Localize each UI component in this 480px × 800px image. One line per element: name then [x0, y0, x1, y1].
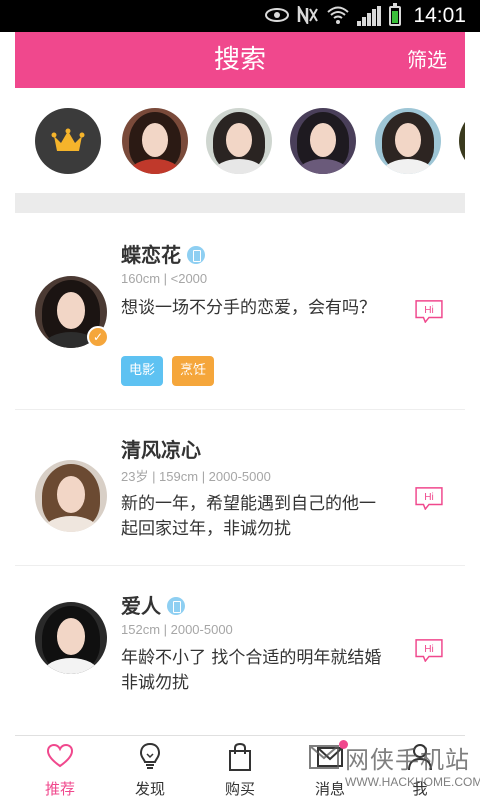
user-name: 蝶恋花 [121, 243, 181, 267]
status-icons: 14:01 [265, 0, 466, 32]
avatar-strip[interactable] [15, 88, 465, 193]
bottom-tab-bar: 推荐 发现 购买 消息 我 [15, 735, 465, 800]
app-header: 搜索 筛选 [15, 32, 465, 88]
user-meta: 152cm | 2000-5000 [121, 622, 233, 637]
tab-label: 推荐 [44, 780, 75, 798]
user-avatar[interactable] [35, 460, 107, 532]
lightbulb-icon [139, 742, 161, 769]
person-icon [408, 744, 432, 771]
phone-verified-icon [187, 245, 205, 264]
signal-icon [357, 6, 382, 26]
interest-tag: 烹饪 [172, 356, 215, 386]
user-meta: 160cm | <2000 [121, 271, 208, 286]
tab-buy[interactable]: 购买 [195, 736, 285, 800]
user-name-row: 爱人 [121, 590, 185, 619]
nfc-icon [297, 2, 319, 27]
tab-me[interactable]: 我 [375, 736, 465, 800]
tab-messages[interactable]: 消息 [285, 736, 375, 800]
user-avatar-3[interactable] [290, 108, 356, 174]
tab-label: 购买 [224, 780, 255, 798]
heart-icon [46, 743, 74, 768]
user-card[interactable]: 清风凉心 23岁 | 159cm | 2000-5000 新的一年，希望能遇到自… [15, 410, 465, 566]
crown-icon [51, 128, 85, 151]
user-bio: 新的一年，希望能遇到自己的他一起回家过年，非诚勿扰 [121, 494, 376, 539]
eye-icon [265, 7, 290, 26]
user-avatar-2[interactable] [206, 108, 272, 174]
user-name-row: 蝶恋花 [121, 239, 205, 268]
user-meta: 23岁 | 159cm | 2000-5000 [121, 469, 271, 484]
user-name: 爱人 [121, 594, 161, 618]
section-divider [15, 193, 465, 213]
filter-button[interactable]: 筛选 [407, 32, 447, 88]
user-name: 清风凉心 [121, 438, 201, 462]
shopping-bag-icon [229, 742, 251, 771]
clock: 14:01 [413, 4, 466, 27]
say-hi-button[interactable]: Hi [413, 638, 445, 662]
tab-recommend[interactable]: 推荐 [15, 736, 105, 800]
user-avatar[interactable] [35, 602, 107, 674]
user-bio: 年龄不小了 找个合适的明年就结婚 非诚勿扰 [121, 648, 399, 693]
user-feed: ✓ 蝶恋花 160cm | <2000 想谈一场不分手的恋爱，会有吗？ 电影 烹… [15, 213, 465, 733]
user-name-row: 清风凉心 [121, 434, 201, 463]
wifi-icon [327, 5, 350, 28]
say-hi-label: Hi [424, 492, 434, 503]
tab-label: 消息 [314, 780, 345, 798]
say-hi-label: Hi [424, 305, 434, 316]
interest-tag: 电影 [121, 356, 164, 386]
user-card[interactable]: ✓ 蝶恋花 160cm | <2000 想谈一场不分手的恋爱，会有吗？ 电影 烹… [15, 213, 465, 410]
notification-dot [339, 740, 348, 749]
status-bar: 14:01 [0, 0, 480, 32]
user-avatar-5[interactable] [459, 108, 465, 174]
phone-verified-icon [167, 596, 185, 615]
say-hi-label: Hi [424, 644, 434, 655]
user-avatar-1[interactable] [122, 108, 188, 174]
verified-icon: ✓ [87, 326, 109, 348]
page-title: 搜索 [213, 45, 266, 75]
tab-label: 我 [412, 780, 428, 798]
say-hi-button[interactable]: Hi [413, 299, 445, 323]
user-card[interactable]: 爱人 152cm | 2000-5000 年龄不小了 找个合适的明年就结婚 非诚… [15, 566, 465, 733]
user-avatar-4[interactable] [375, 108, 441, 174]
vip-avatar[interactable] [35, 108, 101, 174]
user-bio: 想谈一场不分手的恋爱，会有吗？ [121, 298, 376, 318]
tab-label: 发现 [134, 780, 165, 798]
battery-charging-icon [389, 3, 402, 26]
tab-discover[interactable]: 发现 [105, 736, 195, 800]
say-hi-button[interactable]: Hi [413, 486, 445, 510]
